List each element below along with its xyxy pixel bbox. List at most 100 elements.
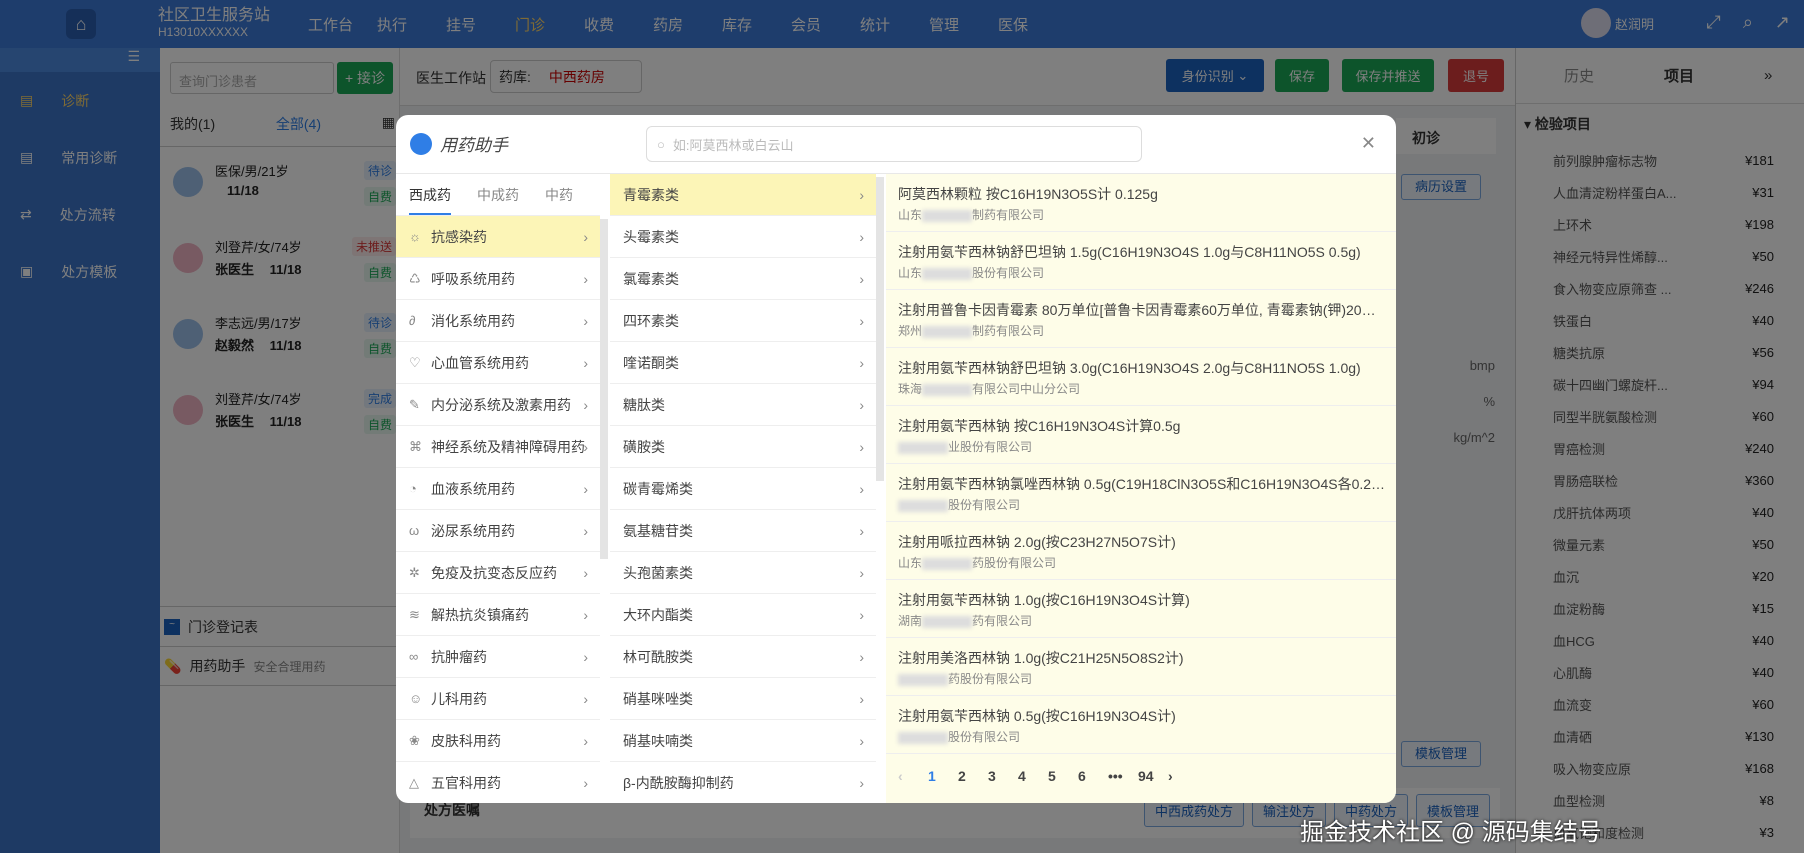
category-item[interactable]: ☼ 抗感染药 › (396, 216, 600, 258)
category-item[interactable]: ♡ 心血管系统用药 › (396, 342, 600, 384)
category-item[interactable]: ☺ 儿科用药 › (396, 678, 600, 720)
category-item[interactable]: ⌘ 神经系统及精神障碍用药 › (396, 426, 600, 468)
category-icon: ☼ (409, 229, 421, 244)
drug-search-input[interactable]: ○ 如:阿莫西林或白云山 (646, 126, 1142, 162)
page-button[interactable]: 3 (988, 768, 1018, 784)
drug-manufacturer: 山东 股份有限公司 (898, 266, 1045, 280)
chevron-right-icon: › (859, 564, 864, 581)
drug-item[interactable]: 注射用氨苄西林钠氯唑西林钠 0.5g(C19H18ClN3O5S和C16H19N… (886, 464, 1396, 522)
category-item[interactable]: ❀ 皮肤科用药 › (396, 720, 600, 762)
drug-item[interactable]: 注射用美洛西林钠 1.0g(按C21H25N5O8S2计) 药股份有限公司 (886, 638, 1396, 696)
subcategory-item[interactable]: 林可酰胺类 › (610, 636, 876, 678)
drug-item[interactable]: 注射用氨苄西林钠舒巴坦钠 1.5g(C16H19N3O4S 1.0g与C8H11… (886, 232, 1396, 290)
drug-name: 注射用氨苄西林钠 1.0g(按C16H19N3O4S计算) (898, 592, 1190, 608)
drug-name: 注射用氨苄西林钠舒巴坦钠 3.0g(C16H19N3O4S 2.0g与C8H11… (898, 360, 1361, 376)
modal-title: 用药助手 (440, 136, 508, 155)
chevron-right-icon: › (859, 354, 864, 371)
subcategory-item[interactable]: 氯霉素类 › (610, 258, 876, 300)
close-icon[interactable]: ✕ (1361, 133, 1376, 154)
page-button[interactable]: 1 (928, 768, 958, 784)
chevron-right-icon: › (583, 564, 588, 581)
subcategory-item[interactable]: 头霉素类 › (610, 216, 876, 258)
drug-manufacturer: 业股份有限公司 (898, 438, 1396, 455)
drug-manufacturer: 山东 药股份有限公司 (898, 556, 1057, 570)
drug-manufacturer: 湖南 药有限公司 (898, 614, 1033, 628)
page-button[interactable]: 6 (1078, 768, 1108, 784)
category-item[interactable]: ✲ 免疫及抗变态反应药 › (396, 552, 600, 594)
drug-type-tab[interactable]: 中成药 (477, 185, 519, 205)
chevron-right-icon: › (583, 312, 588, 329)
subcategory-item[interactable]: 硝基呋喃类 › (610, 720, 876, 762)
subcategory-item[interactable]: 青霉素类 › (610, 174, 876, 216)
chevron-right-icon: › (583, 270, 588, 287)
drug-manufacturer: 股份有限公司 (898, 728, 1396, 745)
drug-item[interactable]: 注射用氨苄西林钠 0.5g(按C16H19N3O4S计) 股份有限公司 (886, 696, 1396, 754)
chevron-right-icon: › (859, 438, 864, 455)
category-icon: ω (409, 523, 420, 538)
category-icon: ♡ (409, 354, 421, 370)
subcategory-item[interactable]: 头孢菌素类 › (610, 552, 876, 594)
chevron-right-icon: › (583, 438, 588, 455)
subcategory-item[interactable]: 硝基咪唑类 › (610, 678, 876, 720)
page-button[interactable]: 5 (1048, 768, 1078, 784)
drug-item[interactable]: 注射用哌拉西林钠 2.0g(按C23H27N5O7S计) 山东 药股份有限公司 (886, 522, 1396, 580)
drug-item[interactable]: 注射用氨苄西林钠舒巴坦钠 3.0g(C16H19N3O4S 2.0g与C8H11… (886, 348, 1396, 406)
drug-manufacturer: 股份有限公司 (898, 496, 1396, 513)
chevron-right-icon: › (859, 480, 864, 497)
subcategory-item[interactable]: 磺胺类 › (610, 426, 876, 468)
subcategory-item[interactable]: 碳青霉烯类 › (610, 468, 876, 510)
search-icon: ○ (657, 136, 665, 152)
drug-item[interactable]: 注射用氨苄西林钠 1.0g(按C16H19N3O4S计算) 湖南 药有限公司 (886, 580, 1396, 638)
chevron-right-icon: › (859, 270, 864, 287)
next-page-button[interactable]: › (1168, 768, 1198, 784)
subcategory-item[interactable]: 喹诺酮类 › (610, 342, 876, 384)
category-icon: ❀ (409, 732, 420, 748)
chevron-right-icon: › (859, 228, 864, 245)
category-item[interactable]: ✎ 内分泌系统及激素用药 › (396, 384, 600, 426)
drug-name: 注射用氨苄西林钠 按C16H19N3O4S计算0.5g (898, 418, 1181, 434)
pagination: ‹ 1 2 3 4 5 6 ••• 94 › (886, 754, 1396, 784)
chevron-right-icon: › (859, 312, 864, 329)
drug-name: 注射用美洛西林钠 1.0g(按C21H25N5O8S2计) (898, 650, 1184, 666)
chevron-right-icon: › (583, 606, 588, 623)
category-item[interactable]: △ 五官科用药 › (396, 762, 600, 803)
chevron-right-icon: › (859, 606, 864, 623)
category-icon: ✎ (409, 396, 420, 412)
drug-name: 注射用哌拉西林钠 2.0g(按C23H27N5O7S计) (898, 534, 1176, 550)
subcategory-scrollbar[interactable] (876, 177, 884, 481)
drug-type-tab[interactable]: 西成药 (409, 185, 451, 215)
category-item[interactable]: ♺ 呼吸系统用药 › (396, 258, 600, 300)
category-icon: ◔ (409, 481, 417, 496)
drug-type-tab[interactable]: 中药 (545, 185, 573, 205)
category-item[interactable]: ∂ 消化系统用药 › (396, 300, 600, 342)
subcategory-item[interactable]: 氨基糖苷类 › (610, 510, 876, 552)
category-scrollbar[interactable] (600, 219, 608, 559)
drug-name: 注射用氨苄西林钠氯唑西林钠 0.5g(C19H18ClN3O5S和C16H19N… (898, 476, 1388, 492)
category-icon: ≋ (409, 606, 420, 622)
category-item[interactable]: ∞ 抗肿瘤药 › (396, 636, 600, 678)
drug-name: 注射用普鲁卡因青霉素 80万单位[普鲁卡因青霉素60万单位, 青霉素钠(钾)20… (898, 302, 1388, 318)
prev-page-button[interactable]: ‹ (898, 768, 928, 784)
drug-manufacturer: 郑州 制药有限公司 (898, 324, 1045, 338)
chevron-right-icon: › (583, 690, 588, 707)
category-icon: ☺ (409, 691, 423, 706)
drug-manufacturer: 珠海 有限公司中山分公司 (898, 382, 1081, 396)
category-item[interactable]: ◔ 血液系统用药 › (396, 468, 600, 510)
category-icon: ∞ (409, 649, 419, 664)
subcategory-item[interactable]: 大环内酯类 › (610, 594, 876, 636)
category-icon: ∂ (409, 313, 416, 328)
drug-item[interactable]: 注射用氨苄西林钠 按C16H19N3O4S计算0.5g 业股份有限公司 (886, 406, 1396, 464)
drug-item[interactable]: 注射用普鲁卡因青霉素 80万单位[普鲁卡因青霉素60万单位, 青霉素钠(钾)20… (886, 290, 1396, 348)
page-button[interactable]: 2 (958, 768, 988, 784)
category-item[interactable]: ≋ 解热抗炎镇痛药 › (396, 594, 600, 636)
page-button[interactable]: 4 (1018, 768, 1048, 784)
page-button[interactable]: ••• (1108, 768, 1138, 784)
subcategory-item[interactable]: 四环素类 › (610, 300, 876, 342)
chevron-right-icon: › (859, 648, 864, 665)
subcategory-item[interactable]: 糖肽类 › (610, 384, 876, 426)
page-button[interactable]: 94 (1138, 768, 1168, 784)
chevron-right-icon: › (583, 480, 588, 497)
subcategory-item[interactable]: β-内酰胺酶抑制药 › (610, 762, 876, 803)
drug-item[interactable]: 阿莫西林颗粒 按C16H19N3O5S计 0.125g 山东 制药有限公司 (886, 174, 1396, 232)
category-item[interactable]: ω 泌尿系统用药 › (396, 510, 600, 552)
